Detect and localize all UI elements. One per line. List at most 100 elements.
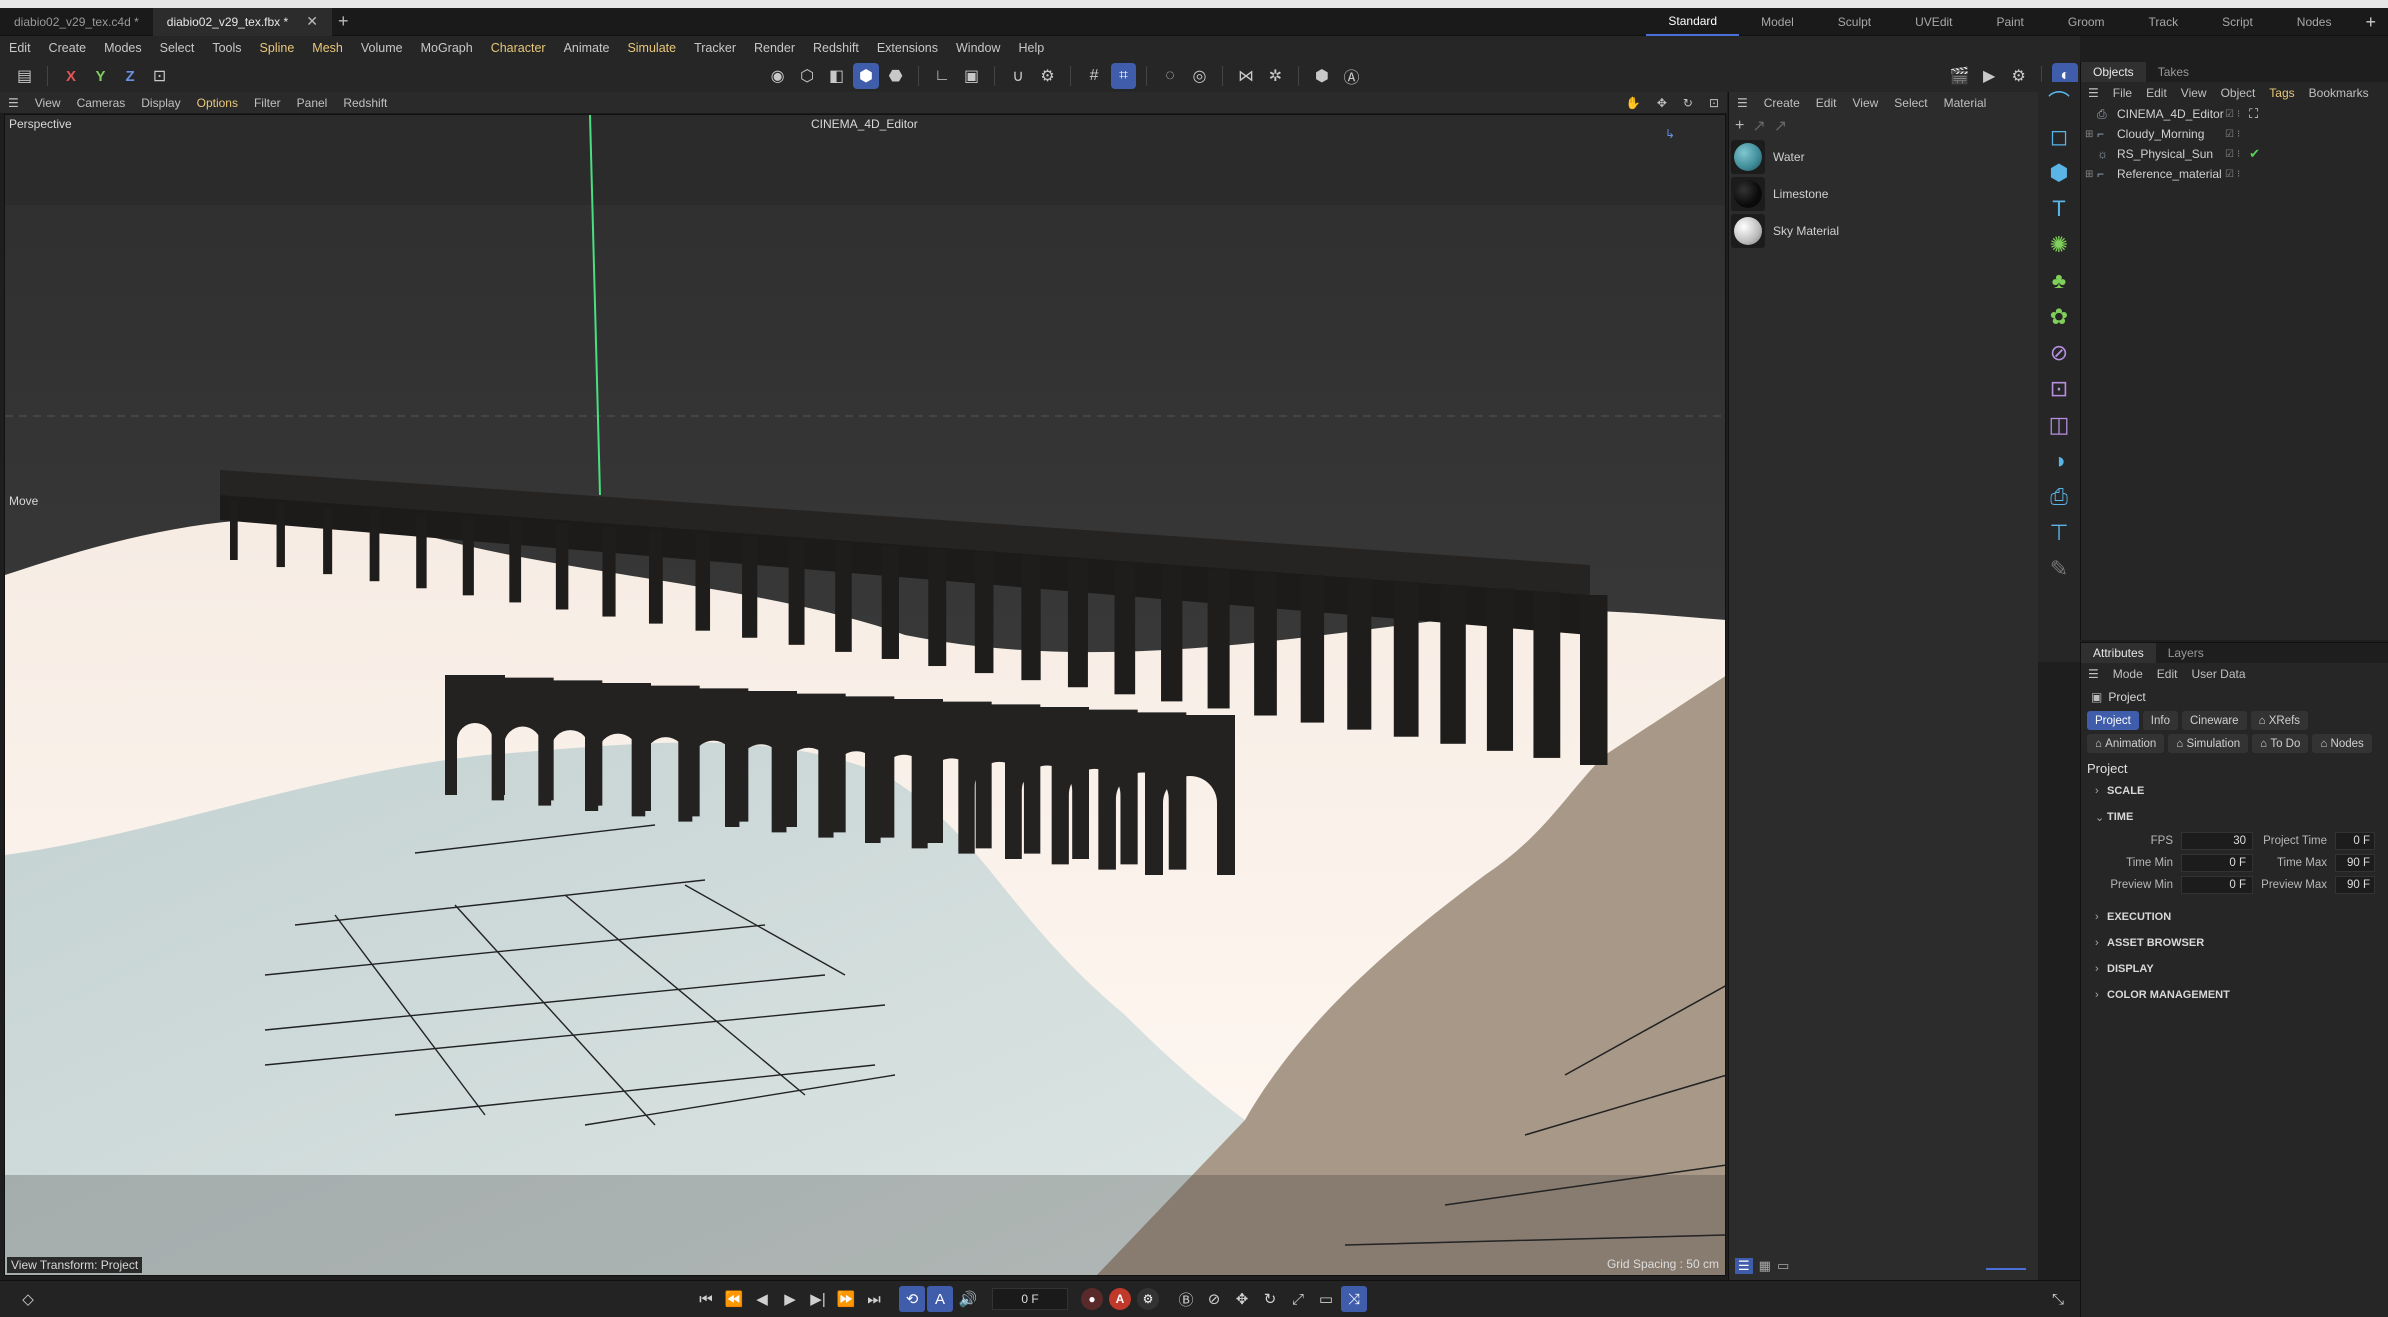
model-mode-icon[interactable]: ⬢ (853, 63, 879, 89)
grid-snap-icon[interactable]: ⌗ (1110, 63, 1137, 89)
generator-icon[interactable]: ✺ (2041, 228, 2077, 262)
menu-create[interactable]: Create (40, 36, 96, 60)
zoom-slider[interactable] (1986, 1268, 2026, 1270)
autokey-icon[interactable]: A (1109, 1288, 1131, 1310)
visibility-flags[interactable]: ☑⁝ (2225, 149, 2243, 160)
light-icon[interactable]: ⊤ (2041, 516, 2077, 550)
add-material-icon[interactable]: + (1735, 117, 1744, 135)
tab-objects[interactable]: Objects (2081, 62, 2146, 82)
material-item[interactable]: Sky Material (1729, 212, 2038, 249)
symmetry-settings-icon[interactable]: ✲ (1263, 63, 1289, 89)
menu-render[interactable]: Render (745, 36, 804, 60)
visibility-flags[interactable]: ☑⁝ (2225, 129, 2243, 140)
text-icon[interactable]: T (2041, 192, 2077, 226)
menu-tracker[interactable]: Tracker (685, 36, 745, 60)
target-icon[interactable]: ◎ (1187, 63, 1213, 89)
solo-icon[interactable]: ▣ (959, 63, 985, 89)
chip-xrefs[interactable]: ⌂ XRefs (2250, 711, 2309, 730)
axis-y-toggle[interactable]: Y (88, 63, 114, 89)
hamburger-icon[interactable]: ☰ (0, 96, 27, 110)
chip-animation[interactable]: ⌂ Animation (2087, 734, 2165, 753)
attribute-menu-user-data[interactable]: User Data (2184, 667, 2252, 681)
menu-edit[interactable]: Edit (0, 36, 40, 60)
section-scale[interactable]: › SCALE (2081, 778, 2388, 804)
material-menu-edit[interactable]: Edit (1808, 96, 1845, 110)
section-time[interactable]: ⌄ TIME (2081, 804, 2388, 830)
menu-extensions[interactable]: Extensions (868, 36, 947, 60)
current-frame-field[interactable]: 0 F (992, 1288, 1068, 1310)
symmetry-icon[interactable]: ⋈ (1233, 63, 1259, 89)
menu-redshift[interactable]: Redshift (804, 36, 868, 60)
hex-tool-icon[interactable]: ⬢ (1309, 63, 1335, 89)
material-menu-select[interactable]: Select (1886, 96, 1935, 110)
layout-script[interactable]: Script (2200, 8, 2275, 36)
snap-settings-icon[interactable]: ⚙ (1035, 63, 1061, 89)
layout-paint[interactable]: Paint (1975, 8, 2046, 36)
keyframe-selection-icon[interactable]: ⚙ (1137, 1288, 1159, 1310)
viewport-menu-redshift[interactable]: Redshift (335, 96, 395, 110)
key-param-icon[interactable]: ↻ (1257, 1286, 1283, 1312)
hamburger-icon[interactable]: ☰ (2081, 667, 2106, 681)
coordinate-system-icon[interactable]: ⊡ (147, 63, 173, 89)
menu-modes[interactable]: Modes (95, 36, 151, 60)
layout-sculpt[interactable]: Sculpt (1816, 8, 1893, 36)
next-frame-icon[interactable]: ▶| (805, 1286, 831, 1312)
close-icon[interactable]: ✕ (306, 13, 318, 30)
maximize-view-icon[interactable]: ⊡ (1701, 96, 1727, 110)
arrow-icon[interactable]: ↗ (1774, 116, 1787, 136)
camera-icon[interactable]: ⎙ (2041, 480, 2077, 514)
environment-icon[interactable]: ◑ (2041, 444, 2077, 478)
edges-mode-icon[interactable]: ⬡ (794, 63, 820, 89)
material-item[interactable]: Limestone (1729, 175, 2038, 212)
menu-tools[interactable]: Tools (203, 36, 250, 60)
key-rotation-icon[interactable]: ⊘ (1201, 1286, 1227, 1312)
chip-info[interactable]: Info (2142, 711, 2178, 730)
camera-tag-icon[interactable]: ⛶ (2249, 106, 2258, 122)
preview-min-field[interactable]: 0 F (2181, 876, 2253, 894)
go-to-end-icon[interactable]: ⏭ (861, 1286, 887, 1312)
material-menu-create[interactable]: Create (1756, 96, 1808, 110)
material-menu-material[interactable]: Material (1936, 96, 1995, 110)
section-asset-browser[interactable]: › ASSET BROWSER (2081, 930, 2388, 956)
menu-mesh[interactable]: Mesh (303, 36, 352, 60)
time-min-field[interactable]: 0 F (2181, 854, 2253, 872)
object-menu-view[interactable]: View (2174, 86, 2214, 100)
record-icon[interactable]: ● (1081, 1288, 1103, 1310)
expand-icon[interactable]: ⊞ (2085, 129, 2097, 140)
viewport-menu-view[interactable]: View (27, 96, 69, 110)
section-display[interactable]: › DISPLAY (2081, 956, 2388, 982)
previous-key-icon[interactable]: ⏪ (721, 1286, 747, 1312)
axis-x-toggle[interactable]: X (58, 63, 84, 89)
tab-layers[interactable]: Layers (2156, 643, 2216, 663)
cube-outline-icon[interactable]: ◻ (2041, 120, 2077, 154)
volume-icon[interactable]: ◫ (2041, 408, 2077, 442)
object-menu-file[interactable]: File (2106, 86, 2139, 100)
3d-viewport[interactable]: Perspective CINEMA_4D_Editor Move ↳ View… (4, 114, 1726, 1276)
object-row[interactable]: ⊞ ⌐ Reference_material ☑⁝ (2081, 164, 2388, 184)
lock-workplane-icon[interactable]: ◌ (1157, 63, 1183, 89)
layout-model[interactable]: Model (1739, 8, 1816, 36)
undo-icon[interactable]: ▤ (12, 63, 38, 89)
object-menu-tags[interactable]: Tags (2262, 86, 2301, 100)
object-menu-edit[interactable]: Edit (2139, 86, 2174, 100)
detail-view-icon[interactable]: ▭ (1777, 1258, 1789, 1274)
key-pla-icon[interactable]: ⤢ (1285, 1286, 1311, 1312)
dope-sheet-icon[interactable]: ⤡ (2045, 1286, 2071, 1312)
chip-simulation[interactable]: ⌂ Simulation (2168, 734, 2249, 753)
fps-field[interactable]: 30 (2181, 832, 2253, 850)
visibility-flags[interactable]: ☑⁝ (2225, 169, 2243, 180)
object-row[interactable]: ⎙ CINEMA_4D_Editor ☑⁝ ⛶ (2081, 104, 2388, 124)
chip-cineware[interactable]: Cineware (2181, 711, 2247, 730)
menu-animate[interactable]: Animate (555, 36, 619, 60)
tab-attributes[interactable]: Attributes (2081, 643, 2156, 663)
cloner-icon[interactable]: ♣ (2041, 264, 2077, 298)
key-position-icon[interactable]: Ⓑ (1173, 1286, 1199, 1312)
loop-icon[interactable]: ⟲ (899, 1286, 925, 1312)
render-picture-viewer-icon[interactable]: ▶ (1976, 63, 2002, 89)
render-settings-icon[interactable]: ⚙ (2006, 63, 2032, 89)
preview-max-field[interactable]: 90 F (2335, 876, 2375, 894)
object-menu-bookmarks[interactable]: Bookmarks (2302, 86, 2376, 100)
attribute-menu-edit[interactable]: Edit (2150, 667, 2185, 681)
object-row[interactable]: ⊞ ⌐ Cloudy_Morning ☑⁝ (2081, 124, 2388, 144)
effector-icon[interactable]: ✿ (2041, 300, 2077, 334)
